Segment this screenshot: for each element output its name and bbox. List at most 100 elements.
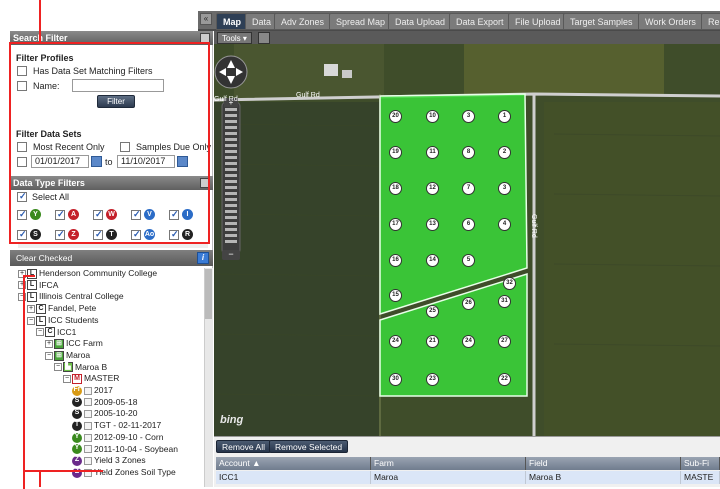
- data-type-checkbox[interactable]: [55, 209, 65, 220]
- date-to-input[interactable]: 11/10/2017: [117, 155, 175, 168]
- data-type-checkbox[interactable]: [131, 229, 141, 240]
- sample-point[interactable]: 11: [426, 146, 439, 159]
- sample-point[interactable]: 31: [498, 295, 511, 308]
- zoom-out-icon[interactable]: −: [222, 250, 240, 260]
- name-checkbox[interactable]: [17, 81, 27, 91]
- sample-point[interactable]: 4: [498, 218, 511, 231]
- collapse-icon[interactable]: −: [45, 351, 53, 360]
- table-cell-farm[interactable]: Maroa: [371, 471, 526, 484]
- tree-node[interactable]: − L Illinois Central College: [18, 291, 124, 303]
- sample-point[interactable]: 17: [389, 218, 402, 231]
- sample-point[interactable]: 16: [389, 254, 402, 267]
- sample-point[interactable]: 25: [426, 305, 439, 318]
- data-type-checkbox[interactable]: [17, 229, 27, 240]
- sample-point[interactable]: 2: [498, 146, 511, 159]
- sample-point[interactable]: 19: [389, 146, 402, 159]
- table-header-field[interactable]: Field: [526, 457, 681, 470]
- sample-point[interactable]: 23: [426, 373, 439, 386]
- remove-selected-button[interactable]: Remove Selected: [269, 440, 349, 453]
- data-type-checkbox[interactable]: [93, 209, 103, 220]
- remove-all-button[interactable]: Remove All: [216, 440, 271, 453]
- sample-point[interactable]: 26: [462, 297, 475, 310]
- sample-point[interactable]: 7: [462, 182, 475, 195]
- sample-point[interactable]: 1: [498, 110, 511, 123]
- tab-adv-zones[interactable]: Adv Zones: [274, 13, 332, 30]
- tree-scrollbar-thumb[interactable]: [205, 269, 212, 319]
- collapse-icon[interactable]: [200, 33, 210, 43]
- data-type-checkbox[interactable]: [55, 229, 65, 240]
- expand-icon[interactable]: +: [45, 339, 53, 348]
- table-header-farm[interactable]: Farm: [371, 457, 526, 470]
- tree-node[interactable]: ZYield Zones Soil Type: [72, 467, 176, 478]
- table-header-account[interactable]: Account ▲: [216, 457, 371, 470]
- samples-due-checkbox[interactable]: [120, 142, 130, 152]
- map-view[interactable]: − + Gulf Rd Gulf Rd Gulf Rd bing 20 10 3 1 1…: [214, 44, 720, 436]
- tree-checkbox[interactable]: [84, 445, 92, 454]
- tree-checkbox[interactable]: [84, 410, 92, 419]
- expand-icon[interactable]: +: [27, 304, 35, 313]
- tree-node[interactable]: S 2009-05-18: [72, 397, 137, 408]
- calendar-icon[interactable]: [91, 156, 102, 167]
- sample-point[interactable]: 13: [426, 218, 439, 231]
- sample-point[interactable]: 15: [389, 289, 402, 302]
- tree-checkbox[interactable]: [84, 421, 92, 430]
- tab-data-export[interactable]: Data Export: [449, 13, 511, 30]
- sample-point[interactable]: 14: [426, 254, 439, 267]
- clear-checked-button[interactable]: Clear Checked: [13, 252, 75, 264]
- tree-checkbox[interactable]: [84, 456, 92, 465]
- sample-point[interactable]: 20: [389, 110, 402, 123]
- tab-map[interactable]: Map: [216, 13, 248, 30]
- sample-point[interactable]: 6: [462, 218, 475, 231]
- tree-node[interactable]: Y 2011-10-04 - Soybean: [72, 444, 178, 455]
- collapse-icon[interactable]: −: [27, 316, 35, 325]
- most-recent-checkbox[interactable]: [17, 142, 27, 152]
- tab-reports[interactable]: Reports: [701, 13, 720, 30]
- tree-node[interactable]: Y 2012-09-10 - Corn: [72, 432, 163, 443]
- tree-node[interactable]: Fr 2017: [72, 385, 113, 396]
- table-cell-account[interactable]: ICC1: [216, 471, 371, 484]
- data-type-checkbox[interactable]: [17, 209, 27, 220]
- tree-node[interactable]: + C Fandel, Pete: [27, 303, 96, 314]
- tree-checkbox[interactable]: [84, 433, 92, 442]
- tab-data-upload[interactable]: Data Upload: [388, 13, 453, 30]
- name-input[interactable]: [72, 79, 164, 92]
- tree-node[interactable]: − ⊞ Maroa: [45, 350, 90, 361]
- tree-checkbox[interactable]: [84, 398, 92, 407]
- tree-node[interactable]: S 2005-10-20: [72, 408, 137, 420]
- sample-point[interactable]: 24: [462, 335, 475, 348]
- tab-spread-map[interactable]: Spread Map: [329, 13, 393, 30]
- sample-point[interactable]: 5: [462, 254, 475, 267]
- sample-point[interactable]: 24: [389, 335, 402, 348]
- sample-point[interactable]: 3: [462, 110, 475, 123]
- sample-point[interactable]: 3: [498, 182, 511, 195]
- sample-point[interactable]: 10: [426, 110, 439, 123]
- sample-point[interactable]: 21: [426, 335, 439, 348]
- tools-button[interactable]: Tools ▾: [217, 32, 252, 44]
- tree-node[interactable]: + ⊞ ICC Farm: [45, 338, 103, 349]
- table-header-subfield[interactable]: Sub-Fi: [681, 457, 720, 470]
- sample-point[interactable]: 18: [389, 182, 402, 195]
- collapse-icon[interactable]: −: [36, 328, 44, 337]
- tab-work-orders[interactable]: Work Orders: [638, 13, 703, 30]
- tree-node[interactable]: Z Yield 3 Zones: [72, 455, 146, 466]
- sample-point[interactable]: 22: [498, 373, 511, 386]
- sample-point[interactable]: 12: [426, 182, 439, 195]
- tree-node[interactable]: − ▙ Maroa B: [54, 362, 107, 373]
- date-range-checkbox[interactable]: [17, 157, 27, 167]
- collapse-icon[interactable]: −: [54, 363, 62, 372]
- date-from-input[interactable]: 01/01/2017: [31, 155, 89, 168]
- data-type-checkbox[interactable]: [93, 229, 103, 240]
- double-chevron-left-icon[interactable]: «: [200, 13, 212, 25]
- collapse-icon[interactable]: −: [63, 375, 71, 384]
- has-data-set-checkbox[interactable]: [17, 66, 27, 76]
- tree-node[interactable]: T TGT - 02-11-2017: [72, 420, 161, 431]
- data-type-checkbox[interactable]: [131, 209, 141, 220]
- table-cell-subfield[interactable]: MASTE: [681, 471, 720, 484]
- tree-checkbox[interactable]: [84, 386, 92, 395]
- tree-node[interactable]: − C ICC1: [36, 327, 76, 338]
- tab-target-samples[interactable]: Target Samples: [563, 13, 640, 30]
- table-cell-field[interactable]: Maroa B: [526, 471, 681, 484]
- tree-node[interactable]: + L Henderson Community College: [18, 268, 157, 279]
- sample-point[interactable]: 32: [503, 277, 516, 290]
- select-all-checkbox[interactable]: [17, 191, 27, 202]
